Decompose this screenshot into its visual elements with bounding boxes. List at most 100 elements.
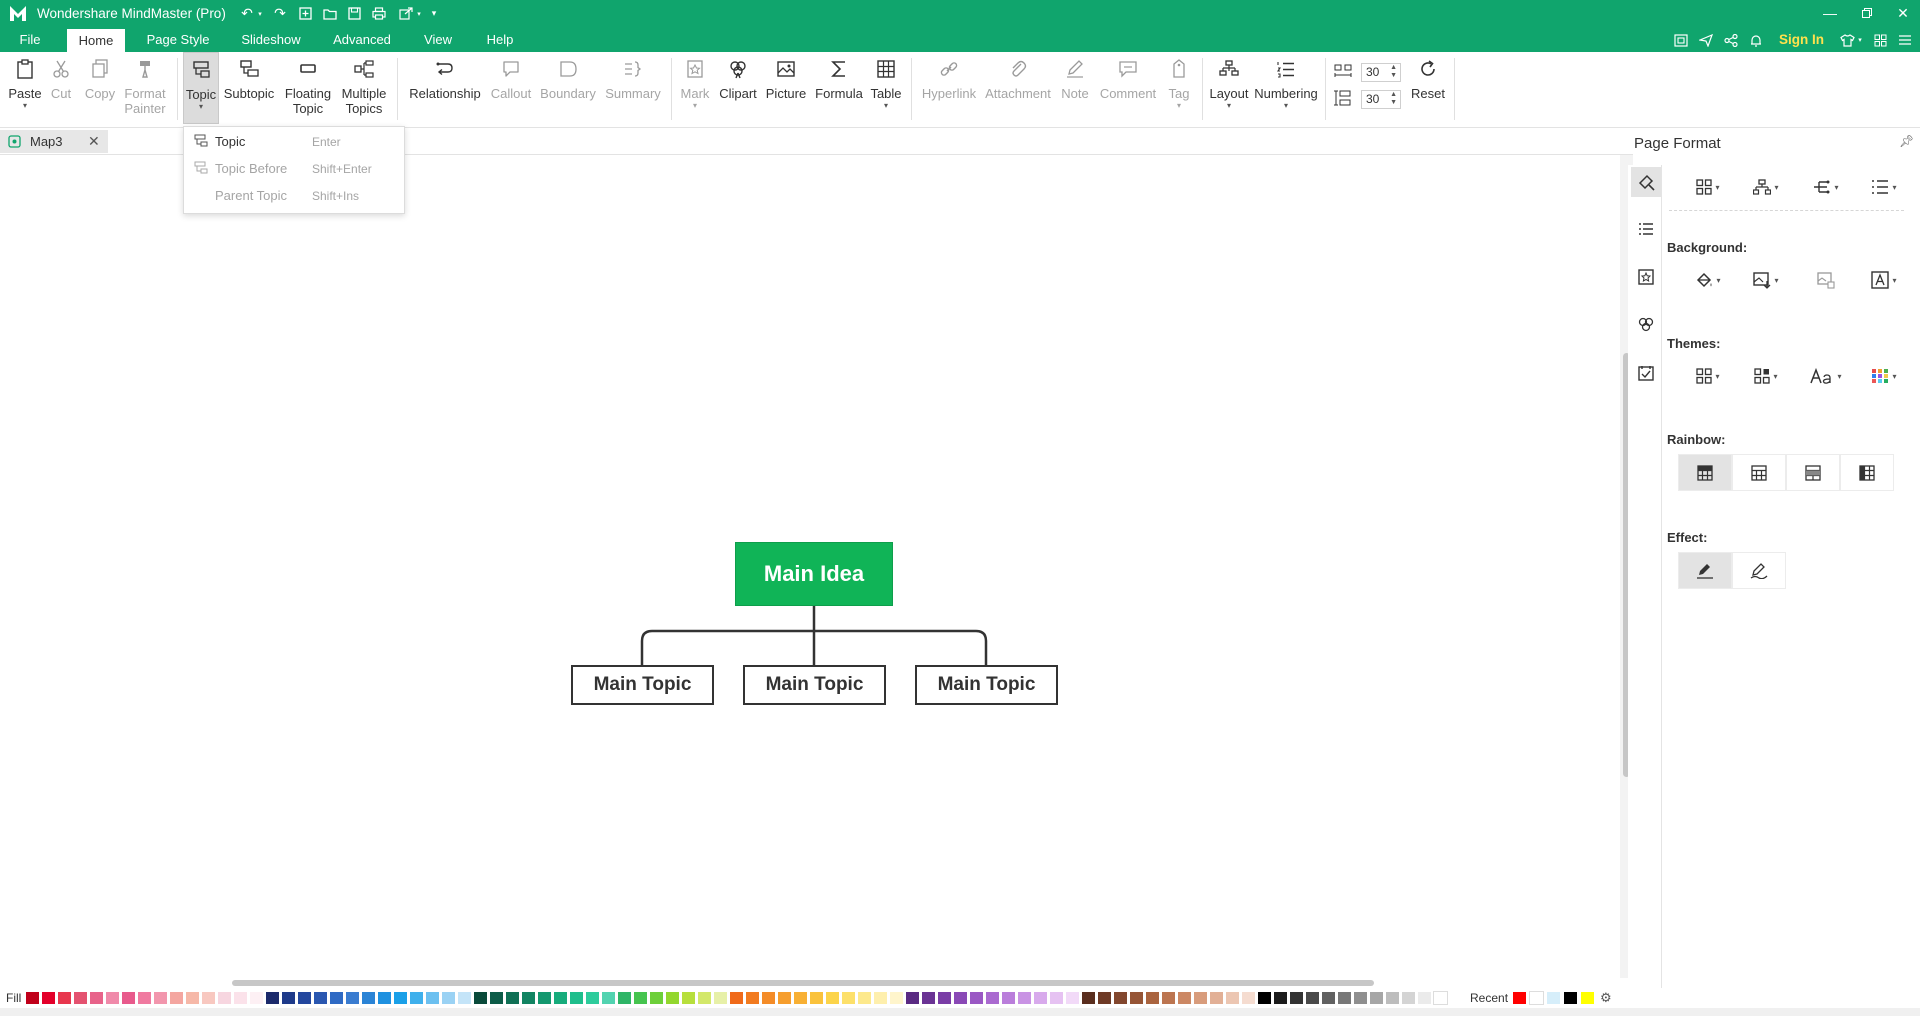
color-swatch[interactable] [810, 992, 823, 1004]
color-swatch[interactable] [986, 992, 999, 1004]
horizontal-scrollbar[interactable] [0, 978, 1633, 988]
color-swatch[interactable] [1338, 992, 1351, 1004]
recent-color-swatch[interactable] [1529, 991, 1544, 1005]
color-swatch[interactable] [394, 992, 407, 1004]
color-swatch[interactable] [858, 992, 871, 1004]
color-swatch[interactable] [970, 992, 983, 1004]
share-icon[interactable] [1720, 31, 1742, 49]
color-swatch[interactable] [346, 992, 359, 1004]
color-swatch[interactable] [1210, 992, 1223, 1004]
recent-color-swatch[interactable] [1564, 992, 1577, 1004]
color-swatch[interactable] [1130, 992, 1143, 1004]
color-swatch[interactable] [1258, 992, 1271, 1004]
page-format-tab-icon[interactable] [1631, 167, 1661, 197]
color-swatch[interactable] [490, 992, 503, 1004]
color-swatch[interactable] [234, 992, 247, 1004]
color-swatch[interactable] [442, 992, 455, 1004]
color-swatch[interactable] [1433, 991, 1448, 1005]
color-swatch[interactable] [874, 992, 887, 1004]
color-swatch[interactable] [842, 992, 855, 1004]
task-tab-icon[interactable] [1631, 358, 1661, 388]
color-swatch[interactable] [1082, 992, 1095, 1004]
restore-button[interactable] [1852, 2, 1882, 24]
color-swatch[interactable] [570, 992, 583, 1004]
effect-option-1[interactable] [1678, 552, 1732, 589]
color-swatch[interactable] [714, 992, 727, 1004]
color-swatch[interactable] [314, 992, 327, 1004]
remove-background-button[interactable] [1800, 263, 1852, 297]
numbering-style-button[interactable]: ▾ [1858, 170, 1910, 204]
color-swatch[interactable] [1322, 992, 1335, 1004]
color-swatch[interactable] [1226, 992, 1239, 1004]
color-swatch[interactable] [682, 992, 695, 1004]
rainbow-option-1[interactable] [1678, 454, 1732, 491]
color-swatch[interactable] [618, 992, 631, 1004]
color-swatch[interactable] [1066, 992, 1079, 1004]
color-swatch[interactable] [330, 992, 343, 1004]
color-swatch[interactable] [1098, 992, 1111, 1004]
connector-style-button[interactable]: ▾ [1800, 170, 1852, 204]
theme-style-button[interactable]: ▾ [1740, 359, 1792, 393]
main-topic-node[interactable]: Main Topic [915, 665, 1058, 705]
skin-dropdown-icon[interactable]: ▾ [1855, 31, 1865, 49]
color-swatch[interactable] [826, 992, 839, 1004]
dropdown-item-parent-topic[interactable]: Parent Topic Shift+Ins [184, 182, 404, 209]
color-swatch[interactable] [138, 992, 151, 1004]
color-swatch[interactable] [90, 992, 103, 1004]
recent-color-swatch[interactable] [1581, 992, 1594, 1004]
theme-button[interactable]: ▾ [1682, 359, 1734, 393]
central-topic-node[interactable]: Main Idea [735, 542, 893, 606]
color-swatch[interactable] [522, 992, 535, 1004]
outline-list-tab-icon[interactable] [1631, 214, 1661, 244]
color-swatch[interactable] [1194, 992, 1207, 1004]
color-swatch[interactable] [186, 992, 199, 1004]
color-swatch[interactable] [474, 992, 487, 1004]
color-swatch[interactable] [122, 992, 135, 1004]
background-image-button[interactable]: ▾ [1740, 263, 1792, 297]
background-fill-button[interactable]: ▾ [1682, 263, 1734, 297]
color-swatch[interactable] [26, 992, 39, 1004]
settings-icon[interactable] [1894, 31, 1916, 49]
color-swatch[interactable] [170, 992, 183, 1004]
color-swatch[interactable] [922, 992, 935, 1004]
recent-color-swatch[interactable] [1513, 992, 1526, 1004]
color-swatch[interactable] [794, 992, 807, 1004]
color-swatch[interactable] [1242, 992, 1255, 1004]
color-swatch[interactable] [634, 992, 647, 1004]
color-swatch[interactable] [506, 992, 519, 1004]
recent-color-swatch[interactable] [1547, 992, 1560, 1004]
color-swatch[interactable] [1018, 992, 1031, 1004]
color-swatch[interactable] [266, 992, 279, 1004]
fullscreen-icon[interactable] [1670, 31, 1692, 49]
color-swatch[interactable] [666, 992, 679, 1004]
apps-grid-icon[interactable] [1869, 31, 1891, 49]
color-swatch[interactable] [74, 992, 87, 1004]
dropdown-item-topic[interactable]: Topic Enter [184, 128, 404, 155]
color-swatch[interactable] [762, 992, 775, 1004]
minimize-button[interactable]: — [1815, 2, 1845, 24]
color-swatch[interactable] [298, 992, 311, 1004]
color-swatch[interactable] [42, 992, 55, 1004]
structure-button[interactable]: ▾ [1682, 170, 1734, 204]
layout-style-button[interactable]: ▾ [1740, 170, 1792, 204]
color-swatch[interactable] [602, 992, 615, 1004]
close-window-button[interactable]: ✕ [1888, 2, 1918, 24]
watermark-button[interactable]: ▾ [1858, 263, 1910, 297]
color-swatch[interactable] [890, 992, 903, 1004]
notification-bell-icon[interactable] [1745, 31, 1767, 49]
pin-panel-icon[interactable]: 📌︎ [1899, 134, 1914, 148]
color-swatch[interactable] [202, 992, 215, 1004]
rainbow-option-4[interactable] [1840, 454, 1894, 491]
color-swatch[interactable] [106, 992, 119, 1004]
color-swatch[interactable] [1354, 992, 1367, 1004]
color-swatch[interactable] [586, 992, 599, 1004]
color-swatch[interactable] [1274, 992, 1287, 1004]
theme-font-button[interactable]: ▾ [1800, 359, 1852, 393]
dropdown-item-topic-before[interactable]: Topic Before Shift+Enter [184, 155, 404, 182]
effect-option-2[interactable] [1732, 552, 1786, 589]
color-swatch[interactable] [1290, 992, 1303, 1004]
color-swatch[interactable] [58, 992, 71, 1004]
color-swatch[interactable] [282, 992, 295, 1004]
rainbow-option-3[interactable] [1786, 454, 1840, 491]
color-swatch[interactable] [378, 992, 391, 1004]
